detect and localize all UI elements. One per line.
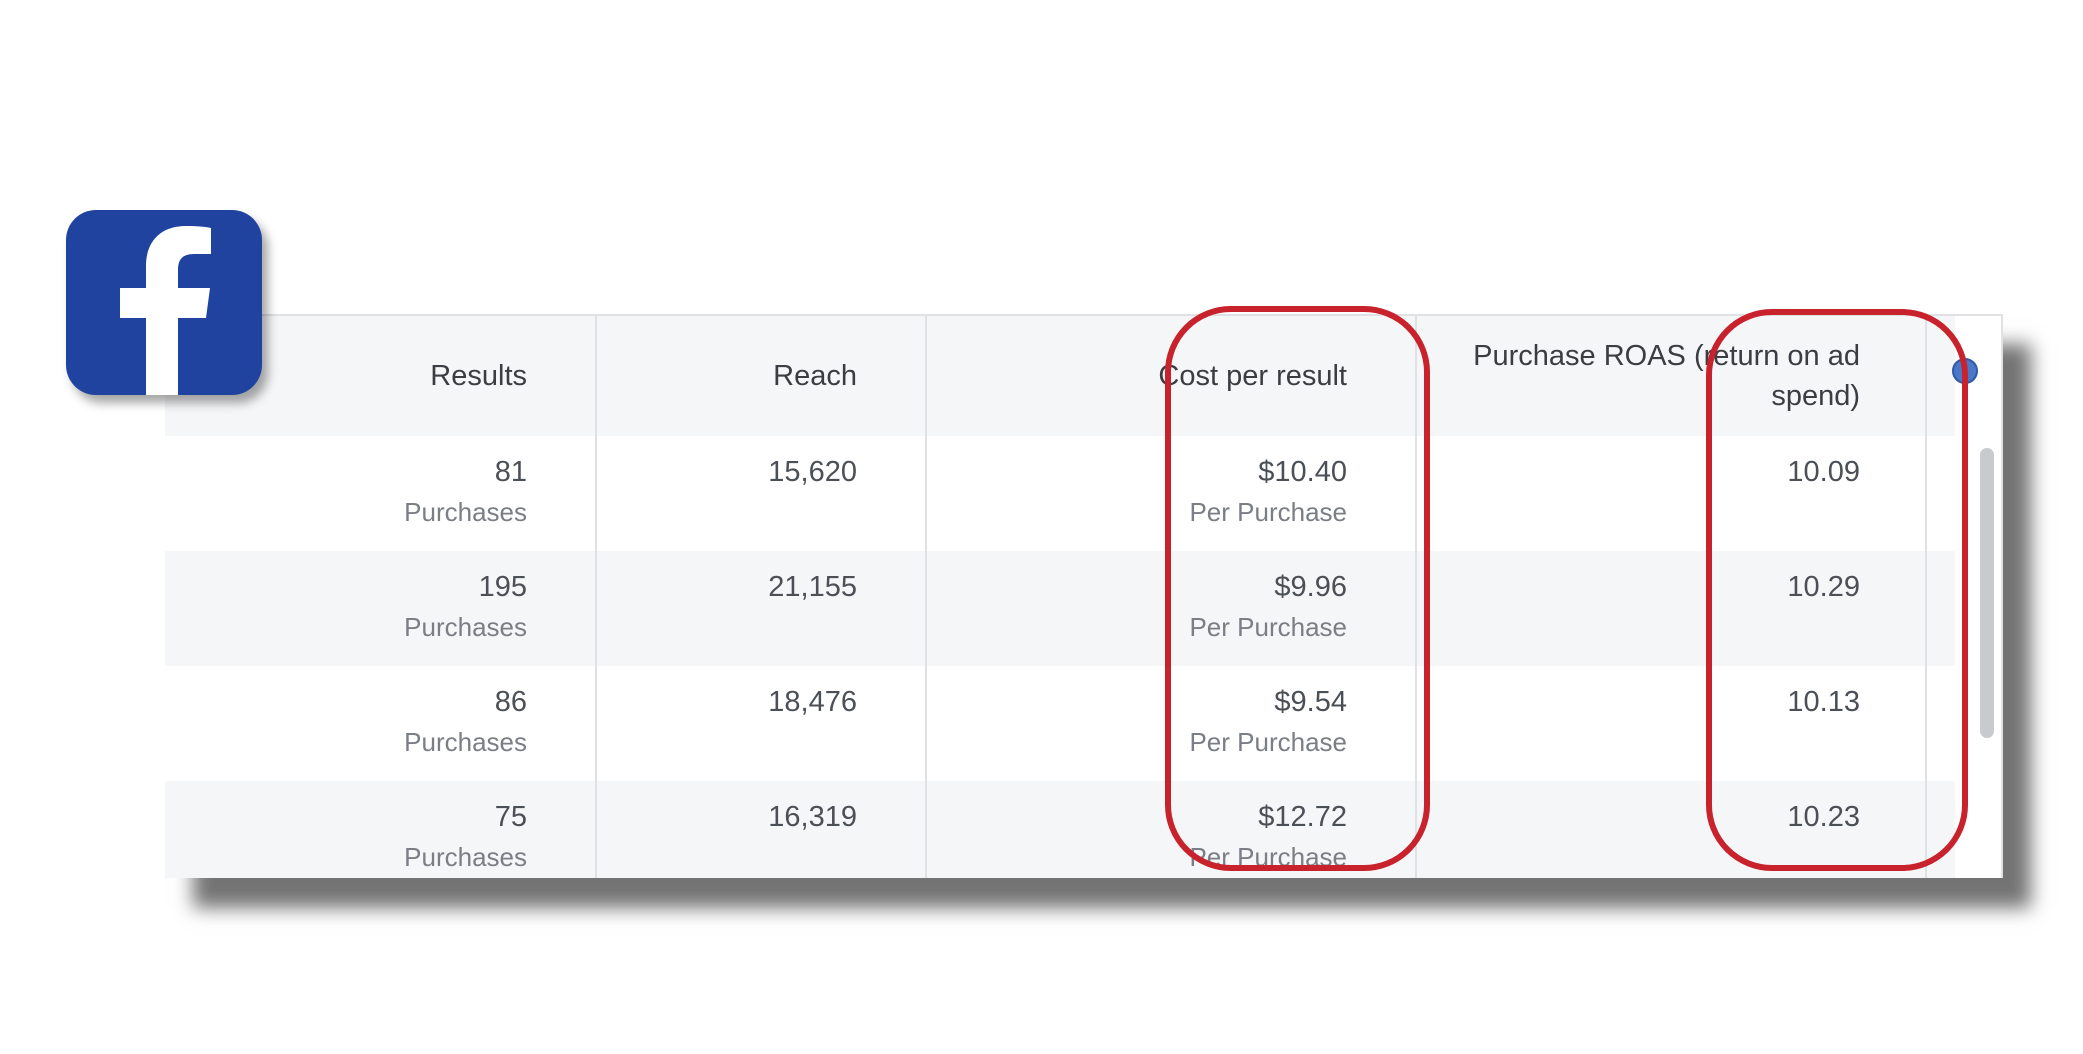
results-unit: Purchases (404, 727, 527, 757)
reach-value: 15,620 (768, 456, 857, 488)
facebook-logo-icon (66, 210, 262, 395)
page: Results Reach Cost per result Purchase R… (0, 0, 2083, 1054)
cost-per-result-highlight (1165, 306, 1430, 871)
results-unit: Purchases (404, 842, 527, 872)
results-value: 81 (494, 456, 527, 488)
table-row[interactable]: 195 Purchases 21,155 $9.96 Per Purchase … (165, 551, 1955, 666)
results-value: 75 (494, 801, 527, 833)
results-unit: Purchases (404, 612, 527, 642)
column-divider (925, 316, 927, 878)
scrollbar-thumb[interactable] (1980, 448, 1994, 738)
table-row[interactable]: 75 Purchases 16,319 $12.72 Per Purchase … (165, 781, 1955, 878)
results-value: 195 (478, 571, 527, 603)
table-row[interactable]: 86 Purchases 18,476 $9.54 Per Purchase 1… (165, 666, 1955, 781)
column-header-results[interactable]: Results (430, 356, 527, 396)
column-header-reach[interactable]: Reach (773, 356, 857, 396)
roas-highlight (1706, 309, 1968, 871)
reach-value: 16,319 (768, 801, 857, 833)
reach-value: 18,476 (768, 686, 857, 718)
reach-value: 21,155 (768, 571, 857, 603)
table-row[interactable]: 81 Purchases 15,620 $10.40 Per Purchase … (165, 436, 1955, 551)
column-divider (595, 316, 597, 878)
table-right-border (2001, 316, 2003, 878)
results-value: 86 (494, 686, 527, 718)
table-header-row: Results Reach Cost per result Purchase R… (165, 316, 1978, 437)
results-unit: Purchases (404, 497, 527, 527)
